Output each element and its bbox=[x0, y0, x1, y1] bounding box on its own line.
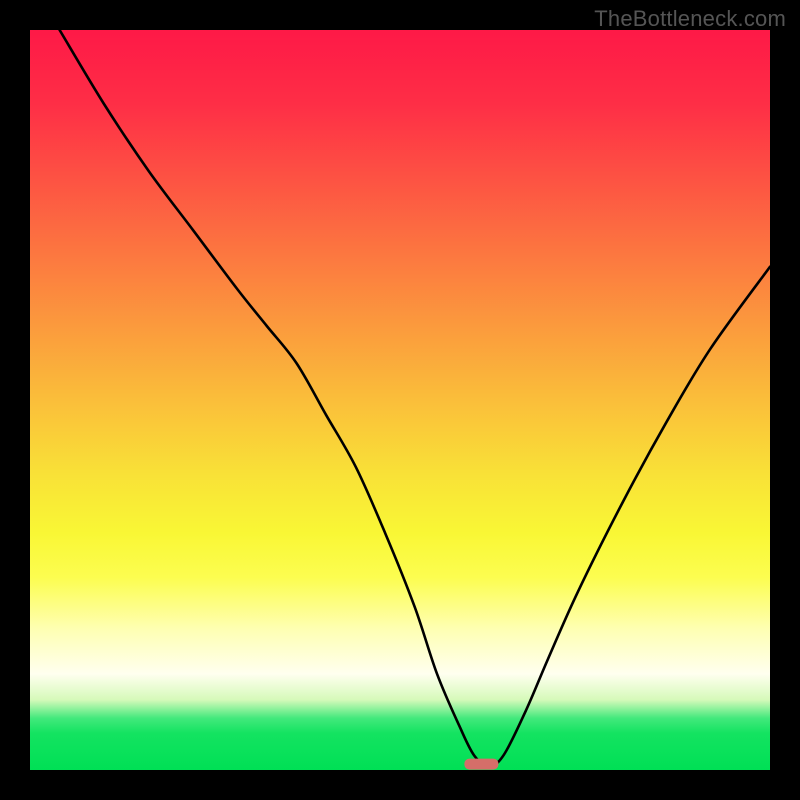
plot-area bbox=[30, 30, 770, 770]
watermark-text: TheBottleneck.com bbox=[594, 6, 786, 32]
chart-svg bbox=[30, 30, 770, 770]
optimal-point-marker bbox=[464, 759, 498, 770]
chart-frame: TheBottleneck.com bbox=[0, 0, 800, 800]
bottleneck-curve-line bbox=[60, 30, 770, 766]
